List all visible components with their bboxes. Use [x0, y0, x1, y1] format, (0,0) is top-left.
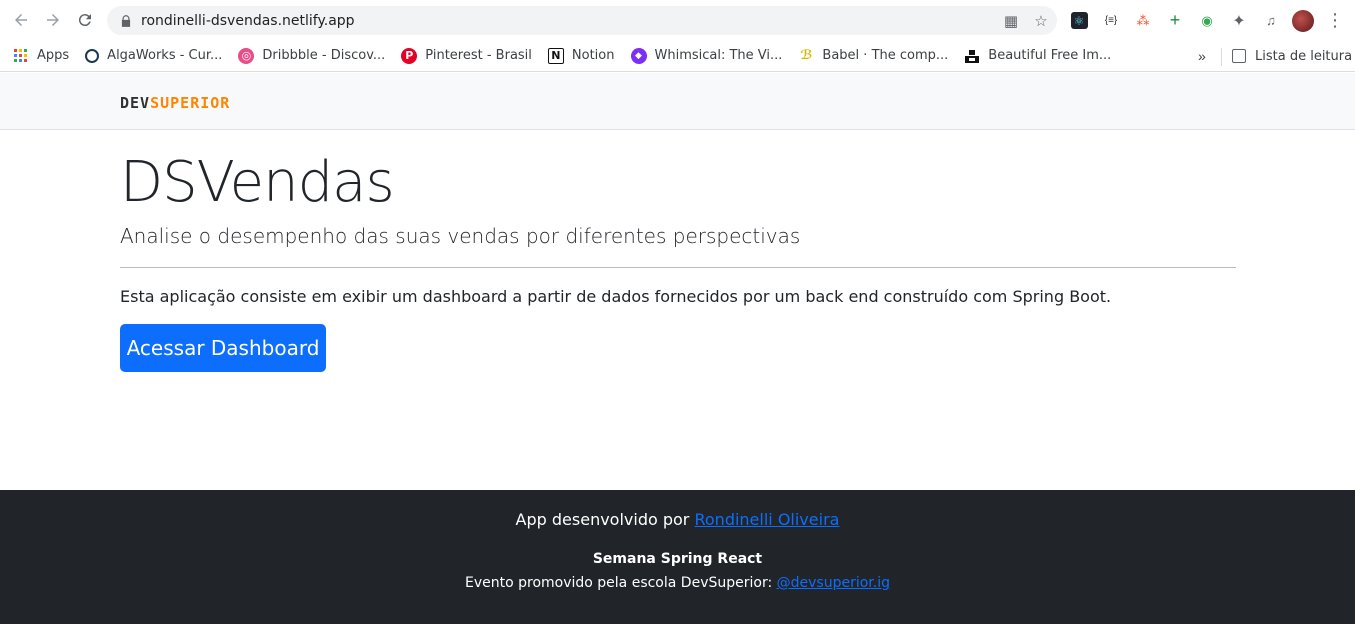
puzzle-icon[interactable]: ✦ — [1226, 8, 1252, 33]
bookmarks-bar: Apps AlgaWorks - Cur... ◎ Dribbble - Dis… — [0, 40, 1355, 72]
url-text: rondinelli-dsvendas.netlify.app — [141, 12, 355, 29]
json-viewer-icon[interactable]: {≡} — [1098, 8, 1124, 33]
lock-icon — [119, 14, 133, 28]
kebab-menu-icon[interactable]: ⋮ — [1322, 8, 1348, 33]
bookmark-apps[interactable]: Apps — [0, 42, 77, 70]
pinterest-icon: P — [401, 47, 418, 64]
media-control-icon[interactable]: ♫ — [1258, 8, 1284, 33]
babel-icon: ℬ — [800, 48, 813, 63]
event-prefix: Evento promovido pela escola DevSuperior… — [464, 575, 773, 591]
unsplash-icon — [964, 48, 980, 64]
extensions-area: ⚛ {≡} ⁂ + ◉ ✦ ♫ ⋮ — [1066, 8, 1348, 33]
bookmark-label: AlgaWorks - Cur... — [107, 48, 223, 63]
access-dashboard-button[interactable]: Acessar Dashboard — [120, 324, 326, 372]
react-devtools-icon[interactable]: ⚛ — [1066, 8, 1092, 33]
eye-extension-icon[interactable]: ◉ — [1194, 8, 1220, 33]
reload-icon — [78, 14, 91, 27]
algaworks-icon — [85, 48, 100, 63]
dribbble-icon: ◎ — [238, 47, 255, 64]
logo-superior-text: SUPERIOR — [150, 94, 231, 112]
browser-toolbar: rondinelli-dsvendas.netlify.app ▦ ☆ ⚛ {≡… — [0, 0, 1355, 40]
bookmark-label: Pinterest - Brasil — [425, 48, 532, 63]
divider — [120, 267, 1236, 268]
bookmark-dribbble[interactable]: ◎ Dribbble - Discov... — [230, 42, 393, 70]
apps-grid-icon — [14, 49, 27, 62]
event-info: Evento promovido pela escola DevSuperior… — [0, 575, 1355, 591]
bookmark-label: Beautiful Free Im... — [988, 48, 1112, 63]
site-header: DEVSUPERIOR — [0, 73, 1355, 130]
bookmark-pinterest[interactable]: P Pinterest - Brasil — [393, 42, 540, 70]
bookmarks-divider — [1221, 48, 1222, 66]
reload-button[interactable] — [69, 4, 101, 36]
more-bookmarks-button[interactable]: » — [1198, 40, 1206, 72]
reading-list-icon — [1232, 49, 1246, 63]
back-button[interactable] — [5, 4, 37, 36]
arrow-left-icon — [15, 14, 27, 26]
page-description: Esta aplicação consiste em exibir um das… — [120, 287, 1112, 306]
page-lead: Analise o desempenho das suas vendas por… — [120, 224, 801, 248]
bookmark-algaworks[interactable]: AlgaWorks - Cur... — [77, 42, 230, 70]
bookmark-label: Babel · The comp... — [822, 48, 949, 63]
address-bar[interactable]: rondinelli-dsvendas.netlify.app ▦ ☆ — [107, 6, 1057, 35]
whimsical-icon: ◆ — [630, 47, 647, 64]
forward-button[interactable] — [37, 4, 69, 36]
bookmark-notion[interactable]: N Notion — [540, 42, 623, 70]
tree-extension-icon[interactable]: ⁂ — [1130, 8, 1156, 33]
event-title: Semana Spring React — [592, 551, 763, 567]
footer-credit-prefix: App desenvolvido por — [515, 510, 690, 529]
bookmark-unsplash[interactable]: Beautiful Free Im... — [956, 42, 1119, 70]
author-link[interactable]: Rondinelli Oliveira — [694, 510, 839, 529]
qr-code-icon[interactable]: ▦ — [1001, 11, 1021, 31]
bookmark-babel[interactable]: ℬ Babel · The comp... — [790, 42, 956, 70]
bookmark-label: Notion — [571, 48, 615, 63]
instagram-link[interactable]: @devsuperior.ig — [777, 575, 890, 591]
bookmark-label: Apps — [37, 48, 70, 63]
site-footer: App desenvolvido por Rondinelli Oliveira… — [0, 490, 1355, 624]
plus-extension-icon[interactable]: + — [1162, 8, 1188, 33]
bookmark-whimsical[interactable]: ◆ Whimsical: The Vi... — [623, 42, 791, 70]
star-icon[interactable]: ☆ — [1031, 11, 1051, 31]
footer-credit: App desenvolvido por Rondinelli Oliveira — [0, 510, 1355, 529]
bookmark-label: Dribbble - Discov... — [262, 48, 386, 63]
notion-icon: N — [547, 47, 564, 64]
reading-list-button[interactable]: Lista de leitura — [1232, 40, 1352, 72]
arrow-right-icon — [47, 14, 59, 26]
page-title: DSVendas — [120, 150, 395, 215]
reading-list-label: Lista de leitura — [1255, 48, 1353, 64]
avatar[interactable] — [1290, 8, 1316, 33]
logo-dev-text: DEV — [120, 94, 151, 112]
bookmark-label: Whimsical: The Vi... — [654, 48, 783, 63]
devsuperior-logo[interactable]: DEVSUPERIOR — [120, 94, 230, 112]
